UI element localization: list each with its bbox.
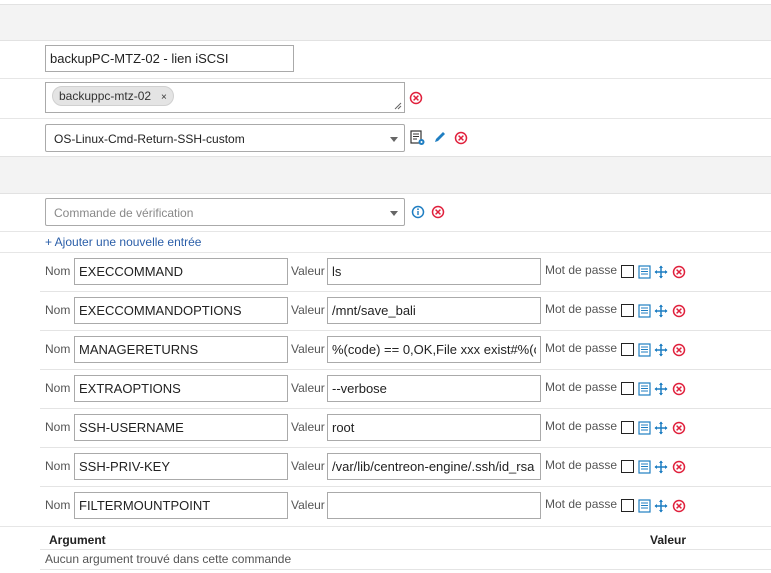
description-icon[interactable]: [638, 460, 651, 474]
macro-value-input[interactable]: [327, 492, 541, 519]
check-command-select[interactable]: Commande de vérification: [45, 198, 405, 226]
view-template-icon[interactable]: [410, 130, 426, 146]
info-icon[interactable]: [411, 205, 425, 219]
delete-icon[interactable]: [431, 205, 445, 219]
divider: [40, 291, 771, 292]
header-band: [0, 4, 771, 41]
delete-icon[interactable]: [672, 382, 686, 396]
password-checkbox[interactable]: [621, 499, 634, 512]
empty-arguments-message: Aucun argument trouvé dans cette command…: [45, 552, 292, 566]
divider: [40, 408, 771, 409]
password-label: Mot de passe: [545, 458, 618, 472]
macro-name-input[interactable]: [74, 258, 288, 285]
password-checkbox[interactable]: [621, 343, 634, 356]
divider: [40, 549, 771, 550]
macro-value-input[interactable]: [327, 336, 541, 363]
valeur-column-header: Valeur: [650, 533, 687, 547]
description-icon[interactable]: [638, 343, 651, 357]
argument-column-header: Argument: [49, 533, 106, 547]
password-checkbox[interactable]: [621, 265, 634, 278]
valeur-label: Valeur: [291, 420, 325, 434]
divider: [40, 330, 771, 331]
password-checkbox[interactable]: [621, 304, 634, 317]
nom-label: Nom: [45, 498, 71, 512]
valeur-label: Valeur: [291, 264, 325, 278]
tag-remove-icon[interactable]: ×: [161, 92, 167, 103]
macro-value-input[interactable]: [327, 453, 541, 480]
move-handle-icon[interactable]: [654, 382, 668, 396]
password-label: Mot de passe: [545, 263, 618, 277]
nom-label: Nom: [45, 459, 71, 473]
description-icon[interactable]: [638, 499, 651, 513]
host-tag-chip: backuppc-mtz-02 ×: [52, 86, 174, 106]
delete-icon[interactable]: [672, 265, 686, 279]
divider: [40, 569, 771, 570]
service-template-select[interactable]: OS-Linux-Cmd-Return-SSH-custom: [45, 124, 405, 152]
check-command-placeholder: Commande de vérification: [54, 206, 194, 220]
delete-icon[interactable]: [672, 304, 686, 318]
service-template-value: OS-Linux-Cmd-Return-SSH-custom: [54, 132, 245, 146]
divider: [0, 78, 771, 79]
password-checkbox[interactable]: [621, 460, 634, 473]
password-label: Mot de passe: [545, 302, 618, 316]
macro-name-input[interactable]: [74, 453, 288, 480]
nom-label: Nom: [45, 264, 71, 278]
password-label: Mot de passe: [545, 497, 618, 511]
delete-icon[interactable]: [672, 421, 686, 435]
macro-name-input[interactable]: [74, 492, 288, 519]
macro-value-input[interactable]: [327, 258, 541, 285]
password-checkbox[interactable]: [621, 382, 634, 395]
divider: [40, 486, 771, 487]
divider: [40, 447, 771, 448]
description-icon[interactable]: [638, 265, 651, 279]
delete-icon[interactable]: [409, 91, 423, 105]
macro-name-input[interactable]: [74, 297, 288, 324]
macro-value-input[interactable]: [327, 375, 541, 402]
chevron-down-icon: [390, 137, 398, 142]
divider: [0, 231, 771, 232]
resize-handle-icon: [394, 102, 402, 110]
nom-label: Nom: [45, 381, 71, 395]
macro-name-input[interactable]: [74, 375, 288, 402]
nom-label: Nom: [45, 303, 71, 317]
divider: [0, 252, 771, 253]
password-label: Mot de passe: [545, 341, 618, 355]
delete-icon[interactable]: [672, 499, 686, 513]
description-icon[interactable]: [638, 304, 651, 318]
description-icon[interactable]: [638, 421, 651, 435]
valeur-label: Valeur: [291, 342, 325, 356]
macro-name-input[interactable]: [74, 336, 288, 363]
move-handle-icon[interactable]: [654, 421, 668, 435]
move-handle-icon[interactable]: [654, 343, 668, 357]
valeur-label: Valeur: [291, 459, 325, 473]
nom-label: Nom: [45, 342, 71, 356]
delete-icon[interactable]: [454, 131, 468, 145]
edit-pencil-icon[interactable]: [433, 130, 447, 144]
valeur-label: Valeur: [291, 303, 325, 317]
section-band: [0, 156, 771, 194]
divider: [40, 369, 771, 370]
delete-icon[interactable]: [672, 343, 686, 357]
add-entry-link[interactable]: + Ajouter une nouvelle entrée: [45, 235, 201, 249]
password-checkbox[interactable]: [621, 421, 634, 434]
macro-name-input[interactable]: [74, 414, 288, 441]
host-name-input[interactable]: [45, 45, 294, 72]
delete-icon[interactable]: [672, 460, 686, 474]
move-handle-icon[interactable]: [654, 265, 668, 279]
valeur-label: Valeur: [291, 498, 325, 512]
chevron-down-icon: [390, 211, 398, 216]
password-label: Mot de passe: [545, 419, 618, 433]
divider: [0, 118, 771, 119]
nom-label: Nom: [45, 420, 71, 434]
move-handle-icon[interactable]: [654, 499, 668, 513]
description-icon[interactable]: [638, 382, 651, 396]
valeur-label: Valeur: [291, 381, 325, 395]
divider: [0, 526, 771, 527]
macro-value-input[interactable]: [327, 297, 541, 324]
macro-value-input[interactable]: [327, 414, 541, 441]
password-label: Mot de passe: [545, 380, 618, 394]
move-handle-icon[interactable]: [654, 460, 668, 474]
move-handle-icon[interactable]: [654, 304, 668, 318]
host-tag-label: backuppc-mtz-02: [59, 89, 152, 103]
